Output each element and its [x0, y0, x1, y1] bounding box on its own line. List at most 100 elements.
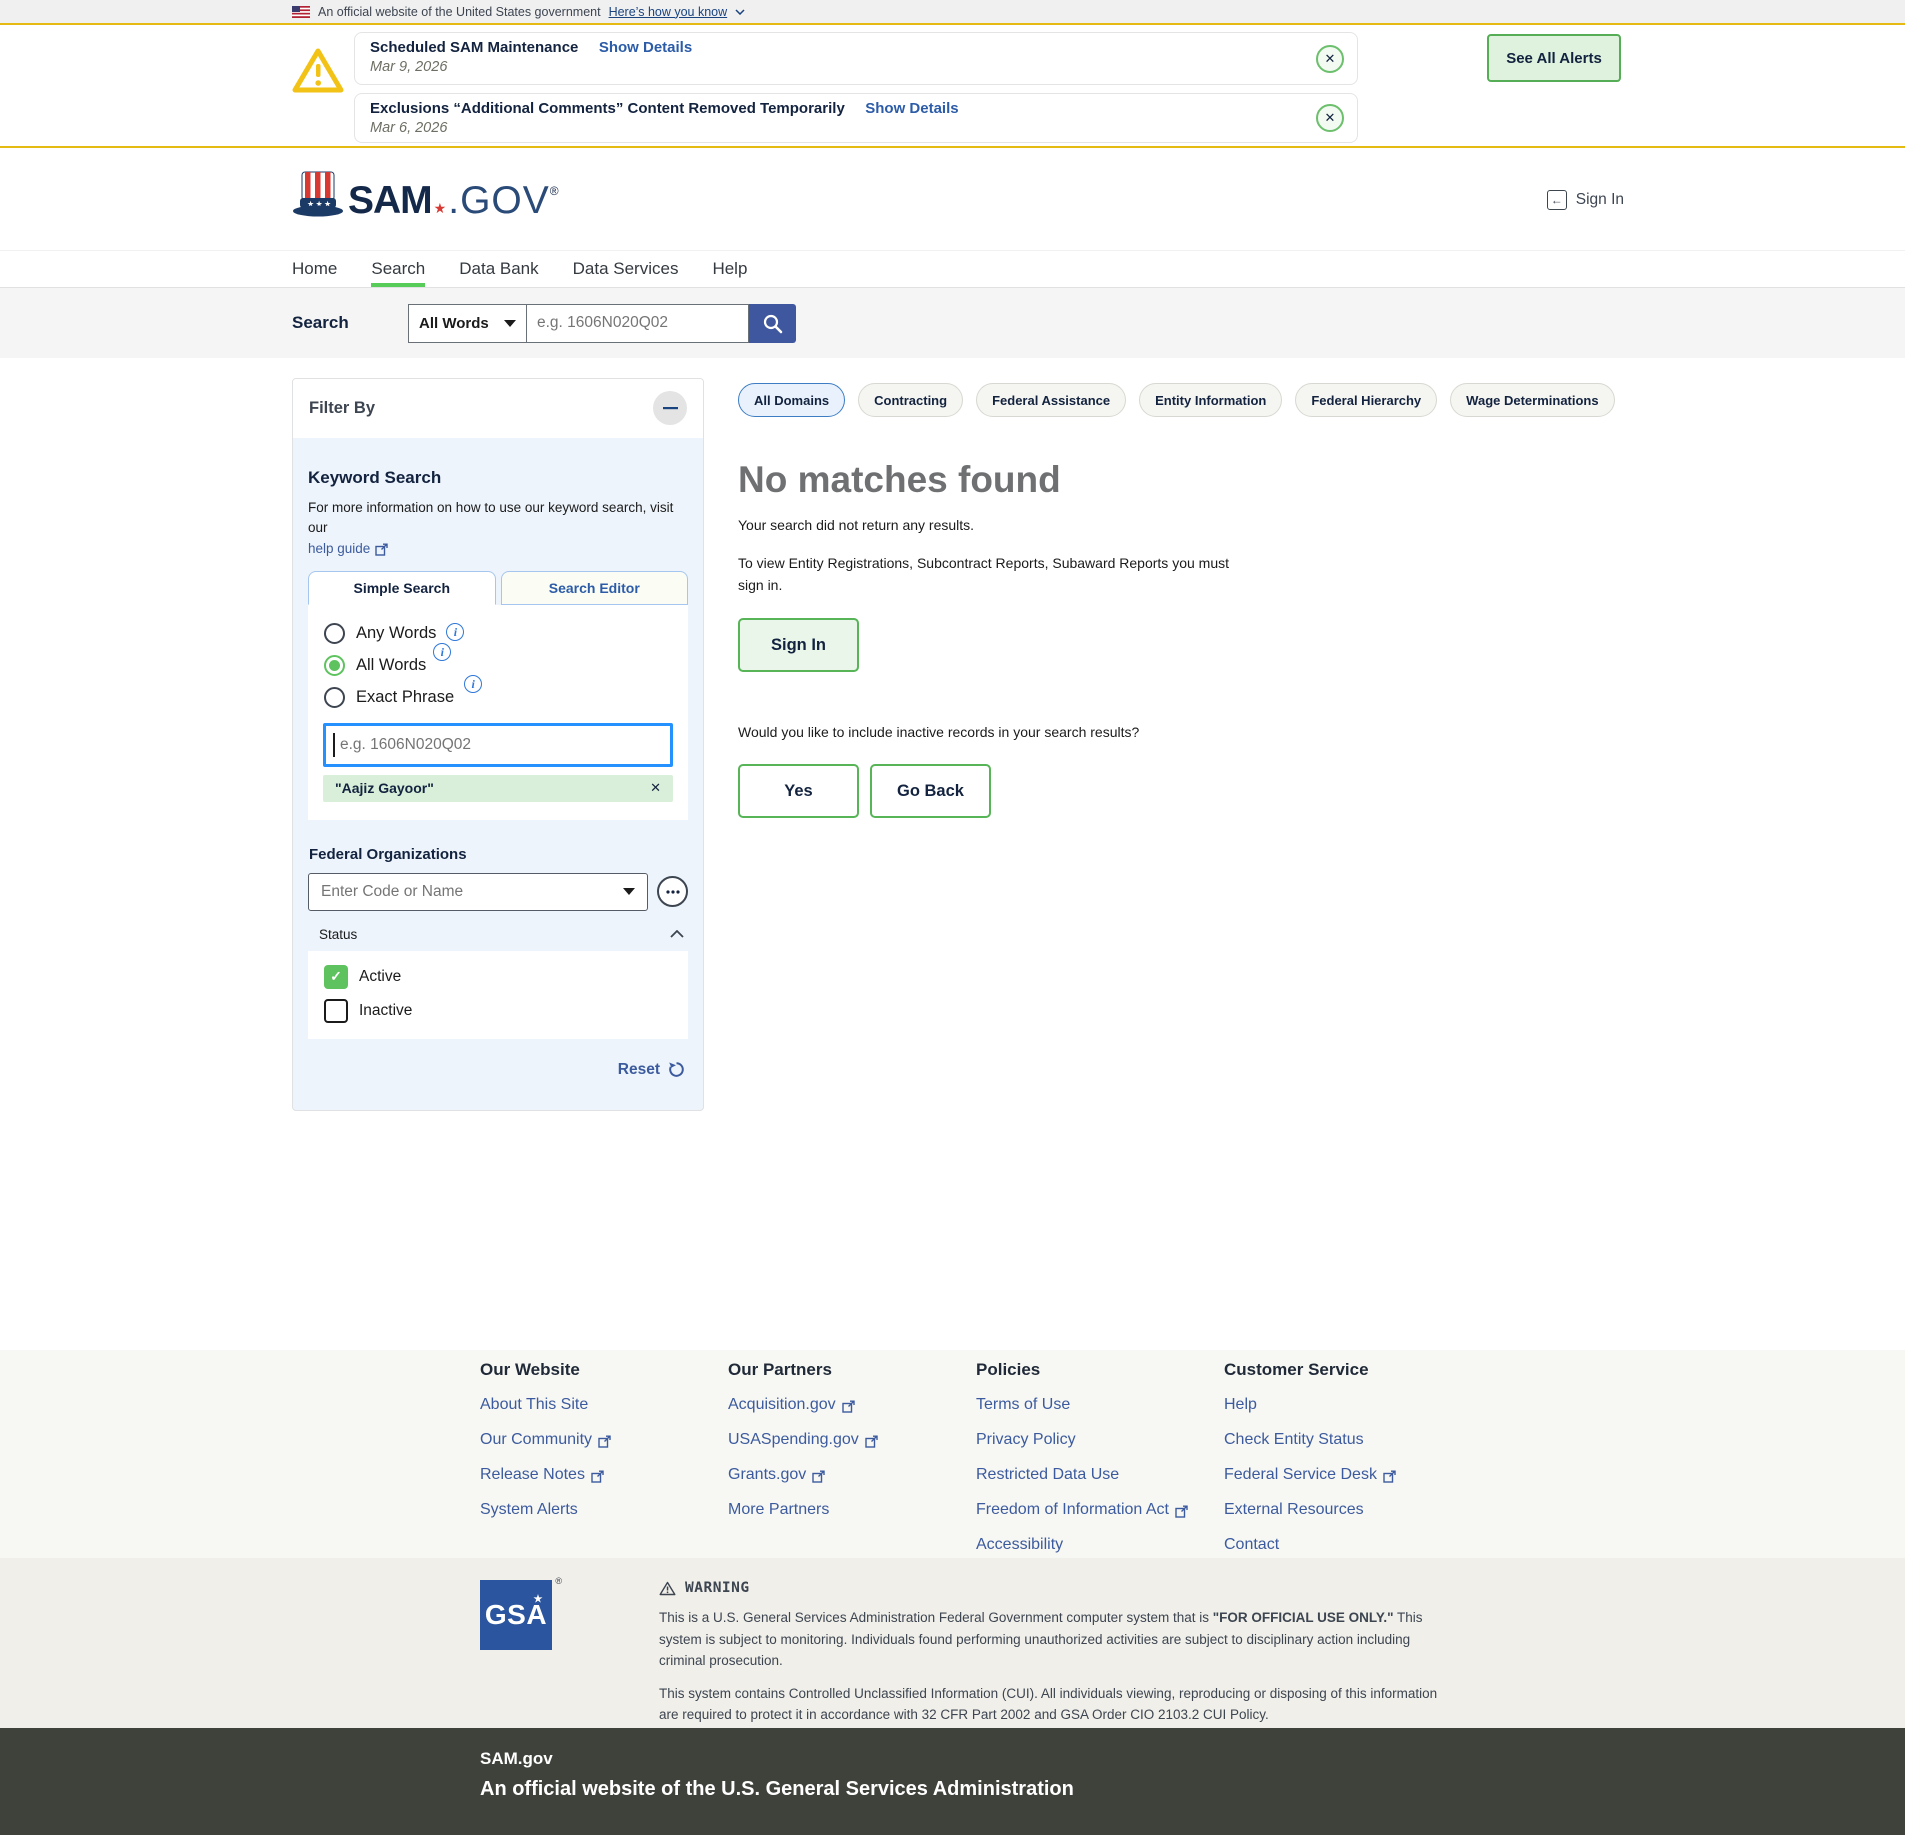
- logo-registered-mark: ®: [549, 184, 559, 198]
- footer-link-contact[interactable]: Contact: [1224, 1536, 1524, 1554]
- gsa-star-icon: ★: [533, 1594, 543, 1605]
- collapse-filters-button[interactable]: [653, 391, 687, 425]
- info-icon[interactable]: i: [446, 623, 465, 641]
- checkbox-active[interactable]: ✓: [324, 964, 348, 989]
- federal-org-placeholder: Enter Code or Name: [321, 882, 464, 900]
- external-link-icon: [375, 543, 389, 556]
- radio-row-all-words[interactable]: All Words i: [324, 643, 678, 676]
- refresh-icon: [669, 1062, 684, 1077]
- footer-link-usaspending-gov[interactable]: USASpending.gov: [728, 1431, 976, 1449]
- footer-link-federal-service-desk[interactable]: Federal Service Desk: [1224, 1466, 1524, 1484]
- chip-federal-assistance[interactable]: Federal Assistance: [976, 383, 1127, 417]
- federal-org-combobox[interactable]: Enter Code or Name: [308, 872, 648, 911]
- more-options-button[interactable]: [657, 876, 688, 907]
- chip-wage-determinations[interactable]: Wage Determinations: [1450, 383, 1615, 417]
- info-icon[interactable]: i: [433, 643, 452, 661]
- footer-link-accessibility[interactable]: Accessibility: [976, 1536, 1224, 1554]
- search-mode-select[interactable]: All Words: [408, 303, 527, 343]
- footer-link-privacy-policy[interactable]: Privacy Policy: [976, 1431, 1224, 1449]
- chip-contracting[interactable]: Contracting: [858, 383, 964, 417]
- footer-link-our-community[interactable]: Our Community: [480, 1431, 728, 1449]
- banner-how-link[interactable]: Here’s how you know: [609, 5, 728, 19]
- radio-all-words[interactable]: [324, 654, 345, 676]
- status-option-active[interactable]: ✓ Active: [324, 964, 672, 989]
- footer-link-grants-gov[interactable]: Grants.gov: [728, 1466, 976, 1484]
- chevron-up-icon[interactable]: [670, 930, 684, 938]
- go-back-button[interactable]: Go Back: [870, 764, 991, 819]
- main-nav: Home Search Data Bank Data Services Help: [0, 250, 1905, 288]
- yes-button[interactable]: Yes: [738, 764, 859, 819]
- footer-link-terms-of-use[interactable]: Terms of Use: [976, 1396, 1224, 1414]
- logo-star-icon: ★: [433, 200, 447, 216]
- search-submit-button[interactable]: [749, 303, 796, 343]
- minus-icon: [662, 406, 678, 409]
- sign-in-label: Sign In: [1575, 191, 1624, 208]
- sign-in-button[interactable]: Sign In: [738, 618, 859, 673]
- keyword-search-input[interactable]: [323, 722, 673, 767]
- sign-in-enter-icon: ←: [1546, 190, 1567, 210]
- keyword-search-heading: Keyword Search: [308, 468, 442, 487]
- keyword-info-text: For more information on how to use our k…: [308, 500, 674, 536]
- site-header: ★ ★ ★ SAM ★ .GOV ® ← Sign In: [0, 148, 1905, 250]
- top-search-bar: Search All Words: [0, 288, 1905, 358]
- external-link-icon: [598, 1435, 611, 1448]
- checkbox-label: Inactive: [359, 1001, 413, 1019]
- footer-link-foia[interactable]: Freedom of Information Act: [976, 1501, 1224, 1519]
- radio-label: All Words: [356, 655, 427, 674]
- external-link-icon: [812, 1470, 825, 1483]
- keyword-search-tabs: Simple Search Search Editor: [308, 570, 688, 605]
- footer-link-restricted-data-use[interactable]: Restricted Data Use: [976, 1466, 1224, 1484]
- footer-warning-strip: GSA ★ ® WARNING This is a U.S. General S…: [0, 1558, 1905, 1728]
- status-option-inactive[interactable]: Inactive: [324, 998, 672, 1023]
- tab-simple-search[interactable]: Simple Search: [308, 570, 496, 605]
- nav-item-home[interactable]: Home: [292, 251, 337, 287]
- checkbox-label: Active: [359, 967, 402, 985]
- chip-all-domains[interactable]: All Domains: [738, 383, 846, 417]
- tab-search-editor[interactable]: Search Editor: [500, 570, 688, 605]
- alert-close-icon[interactable]: ✕: [1316, 44, 1344, 73]
- help-guide-link[interactable]: help guide: [308, 541, 370, 556]
- chip-entity-information[interactable]: Entity Information: [1139, 383, 1283, 417]
- keyword-tag: "Aajiz Gayoor" ✕: [323, 774, 673, 802]
- external-link-icon: [841, 1400, 855, 1413]
- gsa-logo: GSA ★: [480, 1580, 552, 1650]
- alert-show-details-link[interactable]: Show Details: [865, 100, 958, 117]
- logo-sam-text: SAM: [348, 179, 433, 222]
- reset-filters-button[interactable]: Reset: [308, 1061, 688, 1079]
- footer-dark: SAM.gov An official website of the U.S. …: [0, 1728, 1905, 1835]
- text-cursor: [333, 732, 335, 757]
- nav-item-search[interactable]: Search: [371, 251, 426, 287]
- sam-gov-logo[interactable]: ★ ★ ★ SAM ★ .GOV ®: [292, 170, 559, 220]
- radio-row-exact-phrase[interactable]: Exact Phrase i: [324, 675, 678, 708]
- footer-link-check-entity-status[interactable]: Check Entity Status: [1224, 1431, 1524, 1449]
- warning-outline-icon: [659, 1581, 676, 1595]
- main-content: Filter By Keyword Search For more inform…: [0, 358, 1905, 1350]
- nav-item-data-bank[interactable]: Data Bank: [459, 251, 538, 287]
- chip-federal-hierarchy[interactable]: Federal Hierarchy: [1295, 383, 1438, 417]
- footer-column-our-partners: Our Partners Acquisition.gov USASpending…: [728, 1360, 976, 1558]
- checkbox-inactive[interactable]: [324, 998, 348, 1023]
- nav-item-help[interactable]: Help: [712, 251, 747, 287]
- header-sign-in-link[interactable]: ← Sign In: [1546, 190, 1624, 210]
- simple-search-box: Any Words i All Words i Exact Phrase i e…: [308, 604, 688, 820]
- radio-exact-phrase[interactable]: [324, 686, 345, 708]
- radio-any-words[interactable]: [324, 622, 345, 644]
- active-nav-underline: [371, 283, 426, 287]
- radio-row-any-words[interactable]: Any Words i: [324, 622, 678, 644]
- footer-link-release-notes[interactable]: Release Notes: [480, 1466, 728, 1484]
- warning-heading: WARNING: [685, 1580, 750, 1596]
- footer-link-help[interactable]: Help: [1224, 1396, 1524, 1414]
- alerts-section: Scheduled SAM Maintenance Show Details M…: [0, 25, 1905, 148]
- nav-item-data-services[interactable]: Data Services: [573, 251, 679, 287]
- see-all-alerts-button[interactable]: See All Alerts: [1487, 34, 1621, 82]
- alert-close-icon[interactable]: ✕: [1316, 104, 1344, 132]
- footer-link-acquisition-gov[interactable]: Acquisition.gov: [728, 1396, 976, 1414]
- footer-link-about-this-site[interactable]: About This Site: [480, 1396, 728, 1414]
- footer-link-more-partners[interactable]: More Partners: [728, 1501, 976, 1519]
- top-search-input[interactable]: [527, 303, 749, 343]
- alert-show-details-link[interactable]: Show Details: [599, 39, 692, 56]
- remove-tag-icon[interactable]: ✕: [650, 780, 661, 796]
- footer-link-external-resources[interactable]: External Resources: [1224, 1501, 1524, 1519]
- info-icon[interactable]: i: [464, 675, 483, 693]
- footer-link-system-alerts[interactable]: System Alerts: [480, 1501, 728, 1519]
